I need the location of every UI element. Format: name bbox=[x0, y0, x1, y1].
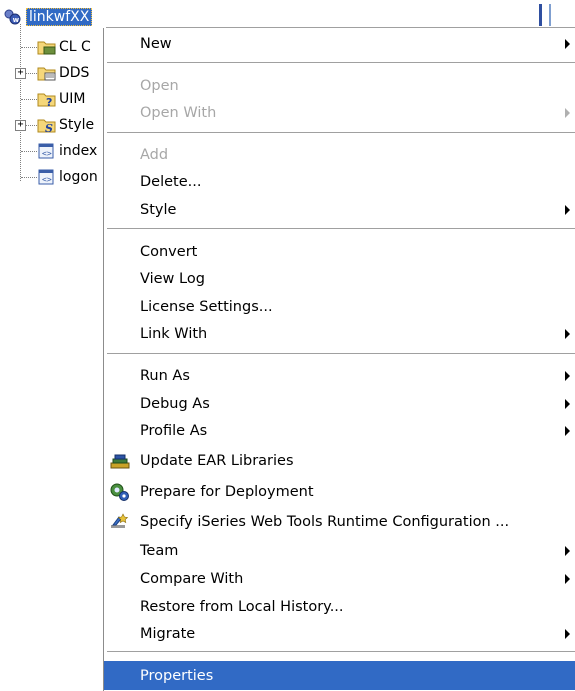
html-file-icon: <> bbox=[37, 143, 55, 159]
tree-item-clc[interactable]: CL C bbox=[37, 36, 91, 58]
submenu-arrow-icon bbox=[565, 574, 570, 584]
menu-item-style[interactable]: Style bbox=[104, 197, 575, 223]
tree-connector bbox=[21, 99, 37, 100]
tree-item-uim[interactable]: ? UIM bbox=[37, 88, 85, 110]
tree-item-label: CL C bbox=[59, 39, 91, 55]
submenu-arrow-icon bbox=[565, 329, 570, 339]
menu-item-team[interactable]: Team bbox=[104, 538, 575, 564]
tree-connector bbox=[26, 125, 37, 126]
menu-item-open[interactable]: Open bbox=[104, 73, 575, 99]
menu-separator bbox=[107, 353, 575, 355]
tree-item-label: UIM bbox=[59, 91, 86, 107]
menu-item-profile-as[interactable]: Profile As bbox=[104, 418, 575, 444]
menu-item-label: Team bbox=[140, 543, 179, 559]
submenu-arrow-icon bbox=[565, 546, 570, 556]
tree-item-style[interactable]: S Style bbox=[37, 114, 94, 136]
menu-item-label: Update EAR Libraries bbox=[140, 453, 294, 469]
menu-item-add[interactable]: Add bbox=[104, 142, 575, 168]
menu-item-properties[interactable]: Properties bbox=[104, 661, 575, 690]
folder-question-icon: ? bbox=[37, 91, 56, 109]
folder-icon bbox=[37, 65, 56, 81]
menu-item-delete[interactable]: Delete... bbox=[104, 169, 575, 195]
menu-item-label: New bbox=[140, 36, 172, 52]
menu-item-label: Open bbox=[140, 78, 179, 94]
menu-item-update-ear-libraries[interactable]: Update EAR Libraries bbox=[104, 448, 575, 474]
svg-text:<>: <> bbox=[42, 175, 52, 184]
menu-item-label: Profile As bbox=[140, 423, 208, 439]
submenu-arrow-icon bbox=[565, 629, 570, 639]
tree-item-label: logon bbox=[59, 169, 98, 185]
context-menu: New Open Open With Add Delete... Style C… bbox=[103, 28, 575, 691]
menu-item-label: Add bbox=[140, 147, 169, 163]
menu-item-label: Properties bbox=[140, 667, 214, 684]
folder-icon bbox=[37, 39, 56, 55]
menu-item-label: Restore from Local History... bbox=[140, 599, 344, 615]
menu-item-license-settings[interactable]: License Settings... bbox=[104, 294, 575, 320]
menu-item-label: Convert bbox=[140, 244, 198, 260]
menu-item-label: Debug As bbox=[140, 396, 210, 412]
tree-root-label: linkwfXX bbox=[26, 8, 93, 26]
menu-item-view-log[interactable]: View Log bbox=[104, 266, 575, 292]
tree-item-label: DDS bbox=[59, 65, 90, 81]
expand-toggle[interactable]: + bbox=[15, 68, 26, 79]
svg-text:S: S bbox=[45, 122, 53, 133]
folder-style-icon: S bbox=[37, 117, 56, 135]
tree-item-dds[interactable]: DDS bbox=[37, 62, 89, 84]
tree-connector bbox=[21, 47, 37, 48]
menu-item-new[interactable]: New bbox=[104, 31, 575, 57]
menu-item-link-with[interactable]: Link With bbox=[104, 321, 575, 347]
menu-separator bbox=[107, 651, 575, 653]
tree-connector bbox=[26, 73, 37, 74]
submenu-arrow-icon bbox=[565, 108, 570, 118]
menu-separator bbox=[107, 228, 575, 230]
menu-item-label: Link With bbox=[140, 326, 208, 342]
menu-item-label: Migrate bbox=[140, 626, 196, 642]
deployment-icon bbox=[109, 482, 131, 502]
tree-item-index[interactable]: <> index bbox=[37, 140, 97, 162]
menu-item-debug-as[interactable]: Debug As bbox=[104, 391, 575, 417]
menu-item-restore-local-history[interactable]: Restore from Local History... bbox=[104, 594, 575, 620]
tree-root-linkwfxx[interactable]: w linkwfXX bbox=[4, 6, 93, 28]
tree-item-logon[interactable]: <> logon bbox=[37, 166, 98, 188]
tree-item-label: Style bbox=[59, 117, 95, 133]
submenu-arrow-icon bbox=[565, 39, 570, 49]
menu-item-label: Delete... bbox=[140, 174, 202, 190]
svg-text:w: w bbox=[13, 16, 20, 24]
project-tree: w linkwfXX CL C + DDS ? UIM + S Style <>… bbox=[0, 0, 110, 691]
menu-item-open-with[interactable]: Open With bbox=[104, 100, 575, 126]
expand-toggle[interactable]: + bbox=[15, 120, 26, 131]
menu-item-label: Run As bbox=[140, 368, 190, 384]
menu-item-label: Prepare for Deployment bbox=[140, 484, 314, 500]
submenu-arrow-icon bbox=[565, 205, 570, 215]
svg-text:<>: <> bbox=[42, 149, 52, 158]
menu-item-label: Open With bbox=[140, 105, 217, 121]
menu-item-compare-with[interactable]: Compare With bbox=[104, 566, 575, 592]
menu-item-label: Specify iSeries Web Tools Runtime Config… bbox=[140, 514, 510, 530]
menu-item-run-as[interactable]: Run As bbox=[104, 363, 575, 389]
ear-libraries-icon bbox=[109, 451, 131, 471]
menu-item-convert[interactable]: Convert bbox=[104, 239, 575, 265]
menu-item-label: Style bbox=[140, 202, 177, 218]
submenu-arrow-icon bbox=[565, 399, 570, 409]
menu-item-label: License Settings... bbox=[140, 299, 273, 315]
tree-connector bbox=[21, 177, 37, 178]
menu-separator bbox=[107, 132, 575, 134]
svg-text:?: ? bbox=[46, 96, 52, 107]
tree-item-label: index bbox=[59, 143, 98, 159]
submenu-arrow-icon bbox=[565, 371, 570, 381]
menu-separator bbox=[107, 62, 575, 64]
html-file-icon: <> bbox=[37, 169, 55, 185]
runtime-config-icon bbox=[109, 512, 131, 532]
menu-item-label: View Log bbox=[140, 271, 205, 287]
menu-item-migrate[interactable]: Migrate bbox=[104, 621, 575, 647]
menu-item-specify-runtime-config[interactable]: Specify iSeries Web Tools Runtime Config… bbox=[104, 509, 575, 535]
menu-item-label: Compare With bbox=[140, 571, 244, 587]
scrollbar-thumb[interactable] bbox=[539, 4, 551, 26]
submenu-arrow-icon bbox=[565, 426, 570, 436]
menu-item-prepare-for-deployment[interactable]: Prepare for Deployment bbox=[104, 479, 575, 505]
tree-connector bbox=[21, 151, 37, 152]
web-project-icon: w bbox=[4, 9, 22, 25]
